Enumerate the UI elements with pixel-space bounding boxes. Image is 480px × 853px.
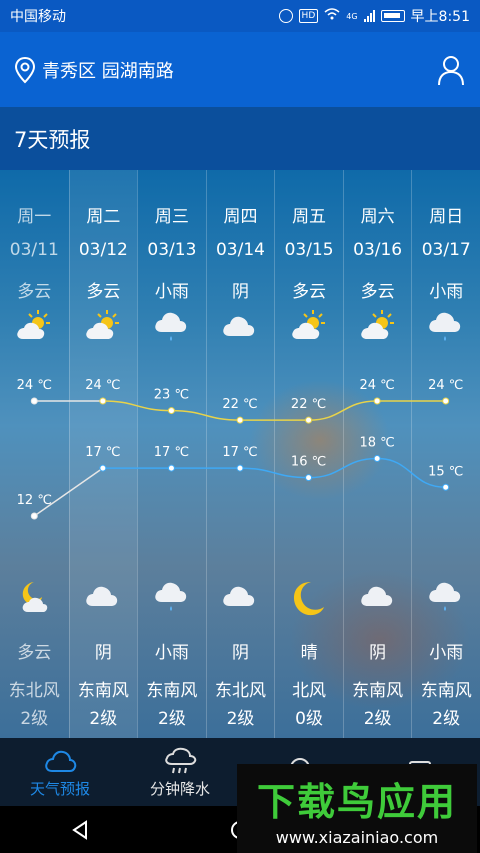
wind-direction: 东北风 xyxy=(8,681,60,701)
wind-level: 2级 xyxy=(158,709,186,729)
night-condition: 阴 xyxy=(94,643,112,663)
day-date: 03/16 xyxy=(353,240,403,260)
wind-direction: 北风 xyxy=(292,681,327,701)
forecast-grid: 周一 03/11 多云 多云 东北风 2级 周二 03/12 多云阴东南风 2级 周三 03/13 小雨… xyxy=(0,170,480,738)
moon-cloud-icon xyxy=(0,578,69,618)
wifi-icon xyxy=(324,8,340,24)
day-date: 03/14 xyxy=(215,240,265,260)
section-title: 7天预报 xyxy=(0,107,480,170)
wind-level: 2级 xyxy=(363,709,392,729)
watermark: 下载鸟应用 www.xiazainiao.com xyxy=(237,764,477,853)
wind-direction: 东南风 xyxy=(146,681,198,701)
day-column[interactable]: 周五 03/15 多云晴北风 0级 xyxy=(274,170,343,738)
day-condition: 小雨 xyxy=(429,282,464,302)
hd-badge: HD xyxy=(298,9,319,23)
location-pin-icon[interactable] xyxy=(14,56,36,84)
day-column[interactable]: 周日 03/17 小雨 小雨 东南风 2级 xyxy=(411,170,480,738)
day-column[interactable]: 周三 03/13 小雨 小雨 东南风 2级 xyxy=(137,170,206,738)
night-condition: 晴 xyxy=(300,643,318,663)
day-date: 03/12 xyxy=(78,240,128,260)
tab-forecast-label: 天气预报 xyxy=(29,779,90,798)
wind-direction: 东北风 xyxy=(214,681,266,701)
rain-icon xyxy=(412,308,480,344)
day-column[interactable]: 周一 03/11 多云 多云 东北风 2级 xyxy=(0,170,69,738)
rain-icon xyxy=(138,578,206,618)
partly-cloudy-icon xyxy=(70,308,138,344)
wind-level: 0级 xyxy=(295,709,323,729)
status-bar: 中国移动 HD 4G 早上8:51 xyxy=(0,0,480,32)
watermark-title: 下载鸟应用 xyxy=(256,779,457,824)
night-condition: 阴 xyxy=(369,643,387,663)
partly-cloudy-icon xyxy=(344,308,412,344)
day-column[interactable]: 周二 03/12 多云阴东南风 2级 xyxy=(68,170,138,738)
day-name: 周二 xyxy=(86,207,121,227)
watermark-url: www.xiazainiao.com xyxy=(275,827,439,847)
wind-level: 2级 xyxy=(89,709,118,729)
location-label[interactable]: 青秀区 园湖南路 xyxy=(42,57,436,83)
partly-cloudy-icon xyxy=(0,308,69,344)
rain-cloud-icon xyxy=(165,747,197,773)
wind-direction: 东南风 xyxy=(77,681,129,701)
cloud-icon xyxy=(344,578,412,618)
cloud-icon xyxy=(45,750,77,772)
status-icons: HD 4G 早上8:51 xyxy=(278,6,470,26)
night-condition: 阴 xyxy=(231,643,249,663)
night-condition: 多云 xyxy=(17,643,52,663)
night-condition: 小雨 xyxy=(154,643,189,663)
rain-icon xyxy=(138,308,206,344)
user-icon[interactable] xyxy=(436,54,466,86)
wind-direction: 东南风 xyxy=(420,681,472,701)
day-name: 周一 xyxy=(17,207,52,227)
day-name: 周五 xyxy=(292,207,327,227)
cloud-icon xyxy=(70,578,138,618)
wind-direction: 东南风 xyxy=(352,681,404,701)
battery-icon xyxy=(380,10,405,22)
network-type: 4G xyxy=(346,11,358,21)
day-column[interactable]: 周四 03/14 阴阴东北风 2级 xyxy=(205,170,275,738)
day-condition: 多云 xyxy=(17,282,52,302)
rain-icon xyxy=(412,578,480,618)
day-column[interactable]: 周六 03/16 多云阴东南风 2级 xyxy=(342,170,412,738)
day-date: 03/17 xyxy=(421,240,471,260)
day-name: 周日 xyxy=(429,207,464,227)
tab-forecast[interactable]: 天气预报 xyxy=(0,738,120,806)
day-date: 03/13 xyxy=(147,240,197,260)
day-condition: 多云 xyxy=(292,282,327,302)
wind-level: 2级 xyxy=(20,709,49,729)
tab-precipitation-label: 分钟降水 xyxy=(149,779,210,798)
day-date: 03/11 xyxy=(9,240,59,260)
day-condition: 阴 xyxy=(231,282,249,302)
wind-level: 2级 xyxy=(226,709,255,729)
tab-precipitation[interactable]: 分钟降水 xyxy=(120,738,240,806)
day-name: 周三 xyxy=(154,207,189,227)
day-condition: 小雨 xyxy=(154,282,189,302)
day-condition: 多云 xyxy=(360,282,395,302)
back-icon[interactable] xyxy=(69,819,91,841)
partly-cloudy-icon xyxy=(275,308,343,344)
wind-level: 2级 xyxy=(432,709,461,729)
app-header: 青秀区 园湖南路 xyxy=(0,32,480,107)
day-date: 03/15 xyxy=(284,240,334,260)
day-name: 周六 xyxy=(360,207,395,227)
carrier-label: 中国移动 xyxy=(10,9,66,25)
signal-icon xyxy=(363,10,375,22)
day-name: 周四 xyxy=(223,207,258,227)
cloud-icon xyxy=(207,308,275,344)
moon-icon xyxy=(275,578,343,618)
alarm-icon xyxy=(278,9,293,23)
day-condition: 多云 xyxy=(86,282,121,302)
cloud-icon xyxy=(207,578,275,618)
night-condition: 小雨 xyxy=(429,643,464,663)
status-time: 早上8:51 xyxy=(410,9,470,25)
